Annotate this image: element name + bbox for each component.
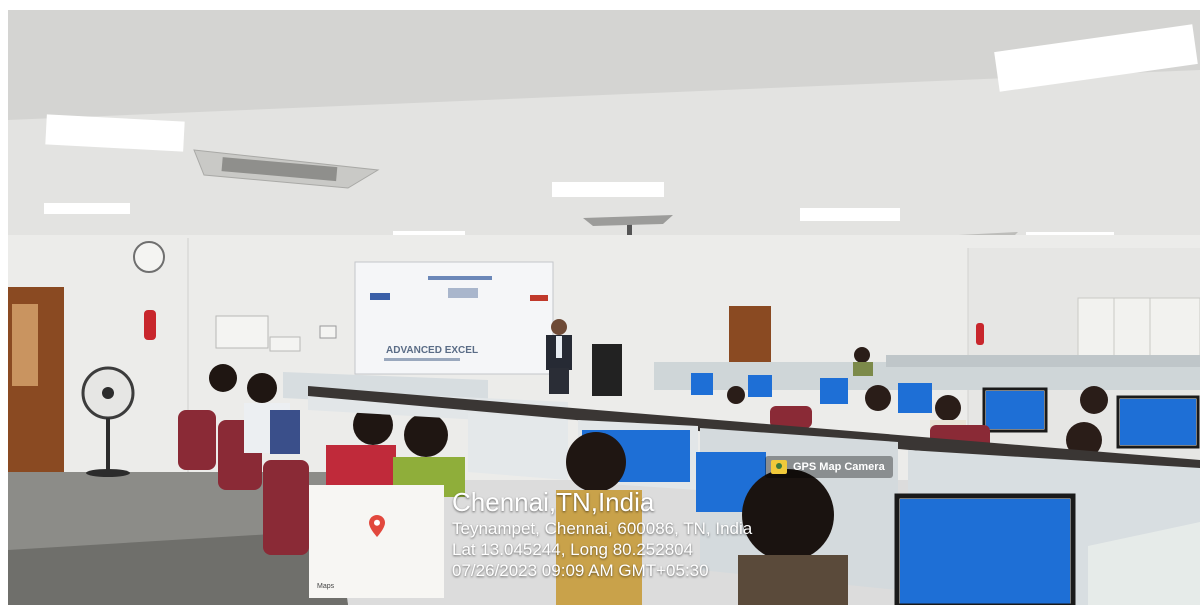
student-body — [738, 555, 848, 605]
chair — [770, 406, 812, 428]
monitor — [691, 373, 713, 395]
screen-text-line — [384, 358, 460, 361]
fire-extinguisher — [976, 323, 984, 345]
geotag-city: Chennai,TN,India — [452, 487, 655, 517]
ceiling-light — [44, 203, 130, 214]
partition-row — [886, 355, 1200, 367]
door — [729, 306, 771, 368]
geotag-block: Chennai,TN,India Teynampet, Chennai, 600… — [452, 486, 752, 581]
screen-logo — [530, 295, 548, 301]
student-body-pattern — [270, 410, 300, 454]
student-head — [1080, 386, 1108, 414]
gps-camera-app-icon — [771, 460, 787, 474]
switch-board — [269, 336, 301, 352]
student-head — [247, 373, 277, 403]
fan-hub — [102, 387, 114, 399]
geotag-address: Teynampet, Chennai, 600086, TN, India — [452, 519, 753, 538]
student-head — [566, 432, 626, 492]
ceiling-light — [800, 208, 900, 221]
presenter-head — [551, 319, 567, 335]
student-head — [404, 413, 448, 457]
student-head — [935, 395, 961, 421]
ceiling-light — [552, 182, 664, 197]
switch-board — [319, 325, 337, 339]
student-head — [854, 347, 870, 363]
screen-heading: ADVANCED EXCEL — [386, 345, 478, 356]
map-thumbnail[interactable]: Maps — [309, 485, 444, 598]
speaker — [592, 344, 622, 396]
location-pin-icon — [369, 515, 385, 537]
partition-row — [468, 413, 568, 480]
student-head — [742, 469, 834, 561]
screen-text-line — [448, 288, 478, 298]
student-body — [853, 362, 873, 376]
fire-extinguisher — [144, 310, 156, 340]
student-head — [727, 386, 745, 404]
screen-text-line — [428, 276, 492, 280]
monitor — [900, 499, 1070, 605]
monitor — [986, 391, 1044, 429]
fan-base — [86, 469, 130, 477]
gps-app-label: GPS Map Camera — [793, 461, 885, 473]
monitor — [820, 378, 848, 404]
presenter-shirt — [556, 336, 562, 358]
door-window — [12, 304, 38, 386]
monitor — [898, 383, 932, 413]
student-head — [865, 385, 891, 411]
monitor — [1120, 399, 1196, 445]
geotag-datetime: 07/26/2023 09:09 AM GMT+05:30 — [452, 561, 709, 580]
photo-frame: ADVANCED EXCEL Maps GPS Map Camera Chenn… — [8, 10, 1200, 605]
chair — [263, 460, 309, 555]
switch-board — [215, 315, 269, 349]
presenter-legs — [549, 368, 569, 394]
wall-clock — [133, 241, 165, 273]
chair — [178, 410, 216, 470]
maps-credit: Maps — [317, 583, 335, 590]
geotag-coordinates: Lat 13.045244, Long 80.252804 — [452, 540, 694, 559]
student-head — [209, 364, 237, 392]
gps-map-camera-tag: GPS Map Camera — [765, 456, 893, 478]
screen-logo — [370, 293, 390, 300]
monitor — [748, 375, 772, 397]
